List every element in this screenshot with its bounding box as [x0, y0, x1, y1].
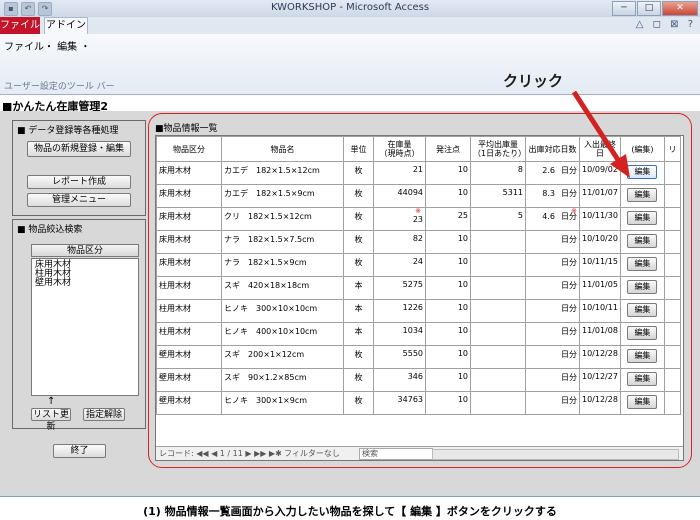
ribbon-tabs: ファイル アドイン △ ◻ ⊠ ? — [0, 17, 700, 35]
window-title: KWORKSHOP - Microsoft Access — [270, 2, 430, 13]
tab-file[interactable]: ファイル — [0, 17, 40, 34]
exit-button[interactable]: 終了 — [53, 444, 106, 458]
category-option[interactable]: 壁用木材 — [35, 279, 135, 288]
processing-group: ■ データ登録等各種処理 物品の新規登録・編集 レポート作成 管理メニュー — [12, 120, 146, 216]
minimize-button[interactable]: ─ — [612, 1, 636, 16]
ribbon-right-icons[interactable]: △ ◻ ⊠ ? — [636, 19, 696, 30]
category-listbox[interactable]: 床用木材 柱用木材 壁用木材 — [31, 258, 139, 396]
figure-caption: (1) 物品情報一覧画面から入力したい物品を探して【 編集 】ボタンをクリックす… — [143, 505, 557, 518]
filter-group: ■ 物品絞込検索 物品区分 床用木材 柱用木材 壁用木材 ↑ リスト更新 指定解… — [12, 219, 146, 432]
tab-addin[interactable]: アドイン — [44, 17, 88, 35]
filter-group-title: ■ 物品絞込検索 — [17, 225, 83, 235]
callout-arrow-icon — [571, 90, 630, 178]
custom-menu[interactable]: ファイル・ 編集 ・ — [4, 38, 90, 53]
title-bar: ▪ ↶ ↷ KWORKSHOP - Microsoft Access ─ □ ✕ — [0, 0, 700, 17]
admin-menu-button[interactable]: 管理メニュー — [27, 193, 131, 207]
new-item-button[interactable]: 物品の新規登録・編集 — [27, 141, 131, 157]
arrow-up-icon: ↑ — [47, 396, 56, 407]
window-controls: ─ □ ✕ — [612, 1, 698, 16]
refresh-list-button[interactable]: リスト更新 — [31, 408, 71, 432]
processing-group-title: ■ データ登録等各種処理 — [17, 126, 119, 136]
report-button[interactable]: レポート作成 — [27, 175, 131, 189]
toolbar-group-label: ユーザー設定のツール バー — [4, 82, 115, 92]
close-button[interactable]: ✕ — [662, 1, 698, 16]
clear-filter-button[interactable]: 指定解除 — [83, 408, 125, 421]
category-list-header: 物品区分 — [31, 244, 139, 257]
maximize-button[interactable]: □ — [637, 1, 661, 16]
